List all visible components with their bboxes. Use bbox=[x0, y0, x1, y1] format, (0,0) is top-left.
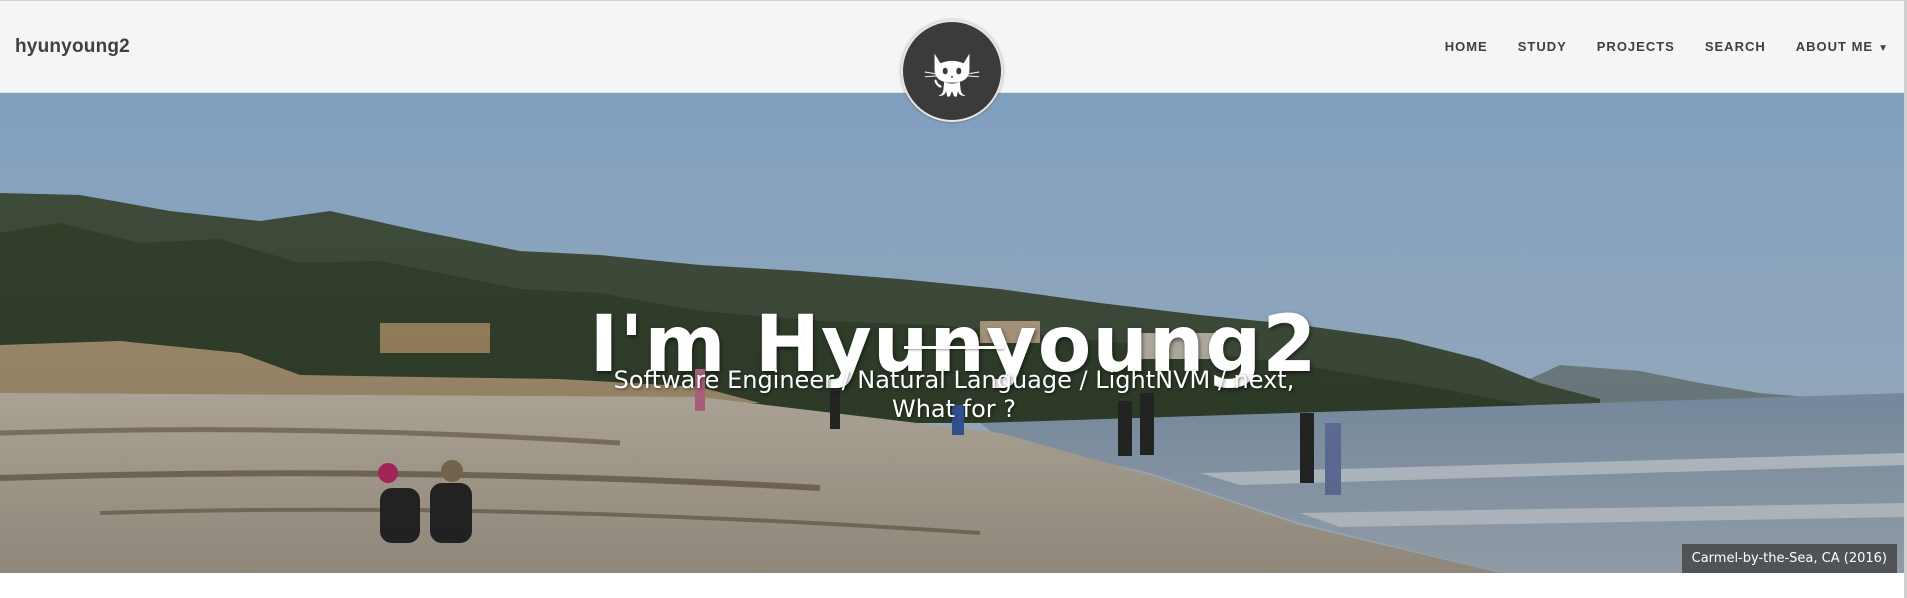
hero-divider bbox=[904, 346, 1004, 349]
nav-item-label: SEARCH bbox=[1704, 39, 1766, 54]
subheading-line: Software Engineer / Natural Language / L… bbox=[613, 366, 1295, 394]
github-octocat-icon bbox=[924, 53, 980, 97]
nav-item-about-me[interactable]: ABOUT ME ▼ bbox=[1796, 39, 1889, 54]
nav-item-study[interactable]: STUDY bbox=[1518, 39, 1567, 54]
nav-item-search[interactable]: SEARCH bbox=[1705, 39, 1766, 54]
nav-item-label: PROJECTS bbox=[1596, 39, 1675, 54]
nav-item-label: STUDY bbox=[1517, 39, 1567, 54]
caret-down-icon: ▼ bbox=[1878, 43, 1889, 54]
nav-item-label: HOME bbox=[1444, 39, 1488, 54]
photo-caption: Carmel-by-the-Sea, CA (2016) bbox=[1681, 544, 1897, 573]
subheading-line: What for ? bbox=[891, 395, 1017, 423]
hero-section: I'm Hyunyoung2 Software Engineer / Natur… bbox=[0, 93, 1907, 573]
page: hyunyoung2 HOME STUDY PROJECTS SEARCH AB… bbox=[0, 0, 1907, 598]
hero-subheading: Software Engineer / Natural Language / L… bbox=[550, 366, 1358, 424]
nav-item-projects[interactable]: PROJECTS bbox=[1597, 39, 1675, 54]
nav-item-label: ABOUT ME bbox=[1795, 39, 1874, 54]
avatar[interactable] bbox=[901, 20, 1003, 122]
nav-item-home[interactable]: HOME bbox=[1445, 39, 1488, 54]
nav-links: HOME STUDY PROJECTS SEARCH ABOUT ME ▼ bbox=[1415, 39, 1889, 54]
brand-link[interactable]: hyunyoung2 bbox=[15, 36, 130, 58]
